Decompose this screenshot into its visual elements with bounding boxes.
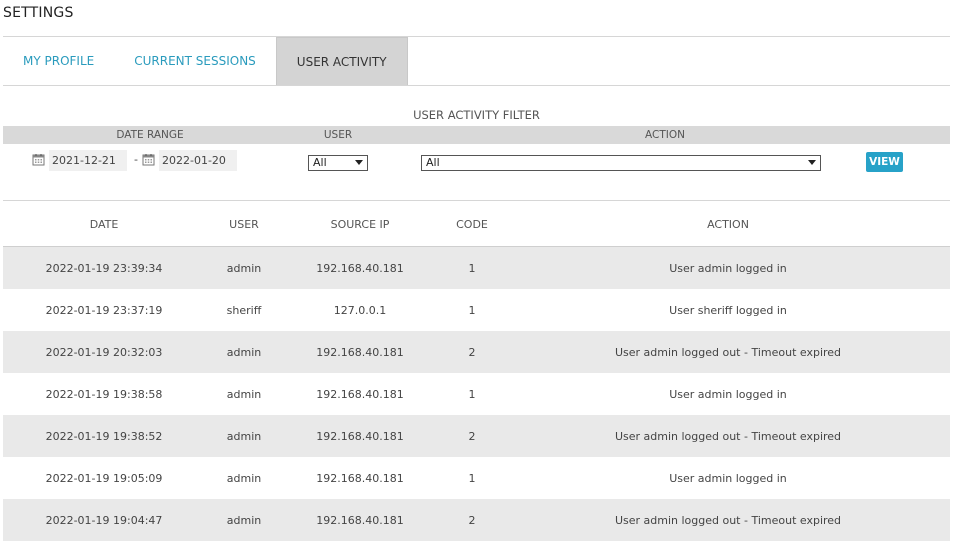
calendar-icon[interactable] xyxy=(142,153,155,166)
table-row: 2022-01-19 19:38:52 admin 192.168.40.181 2 U… xyxy=(3,415,950,457)
cell-date: 2022-01-19 20:32:03 xyxy=(45,346,163,359)
cell-source-ip: 192.168.40.181 xyxy=(316,346,404,359)
cell-code: 1 xyxy=(468,304,476,317)
action-select-value: All xyxy=(426,156,440,169)
date-separator: - xyxy=(134,153,138,166)
table-row: 2022-01-19 23:39:34 admin 192.168.40.181 1 U… xyxy=(3,247,950,289)
cell-source-ip: 127.0.0.1 xyxy=(333,304,387,317)
cell-action: User sheriff logged in xyxy=(669,304,787,317)
activity-table: DATE USER SOURCE IP CODE ACTION 2022-01-… xyxy=(3,201,950,541)
cell-user: admin xyxy=(226,430,262,443)
cell-source-ip: 192.168.40.181 xyxy=(316,388,404,401)
date-to-input[interactable] xyxy=(159,150,237,171)
table-row: 2022-01-19 19:04:47 admin 192.168.40.181 2 U… xyxy=(3,499,950,541)
filter-header-user: USER xyxy=(323,129,353,141)
chevron-down-icon xyxy=(808,160,816,165)
cell-action: User admin logged out - Timeout expired xyxy=(614,514,842,527)
table-row: 2022-01-19 20:32:03 admin 192.168.40.181 2 U… xyxy=(3,331,950,373)
cell-action: User admin logged in xyxy=(669,262,787,275)
table-row: 2022-01-19 19:05:09 admin 192.168.40.181 1 U… xyxy=(3,457,950,499)
cell-action: User admin logged out - Timeout expired xyxy=(614,430,842,443)
cell-date: 2022-01-19 19:05:09 xyxy=(45,472,163,485)
user-select[interactable]: All xyxy=(308,155,368,171)
table-body: 2022-01-19 23:39:34 admin 192.168.40.181 1 U… xyxy=(3,247,950,541)
cell-date: 2022-01-19 19:38:52 xyxy=(45,430,163,443)
chevron-down-icon xyxy=(355,160,363,165)
cell-date: 2022-01-19 19:38:58 xyxy=(45,388,163,401)
filter-title: USER ACTIVITY FILTER xyxy=(413,108,540,122)
view-button[interactable]: VIEW xyxy=(866,152,903,172)
date-from-input[interactable] xyxy=(49,150,127,171)
cell-code: 1 xyxy=(468,262,476,275)
tab-user-activity[interactable]: USER ACTIVITY xyxy=(275,37,408,85)
table-row: 2022-01-19 19:38:58 admin 192.168.40.181 1 U… xyxy=(3,373,950,415)
column-header-user[interactable]: USER xyxy=(229,218,259,231)
filter-header-date-range: DATE RANGE xyxy=(116,129,184,141)
cell-action: User admin logged in xyxy=(669,388,787,401)
tab-current-sessions[interactable]: CURRENT SESSIONS xyxy=(114,37,276,85)
user-select-value: All xyxy=(313,156,327,169)
cell-action: User admin logged in xyxy=(669,472,787,485)
column-header-date[interactable]: DATE xyxy=(90,218,119,231)
settings-tabs: MY PROFILE CURRENT SESSIONS USER ACTIVIT… xyxy=(3,37,408,85)
column-header-source-ip[interactable]: SOURCE IP xyxy=(331,218,390,231)
filter-header-action: ACTION xyxy=(645,129,685,141)
cell-source-ip: 192.168.40.181 xyxy=(316,472,404,485)
cell-date: 2022-01-19 23:37:19 xyxy=(45,304,163,317)
cell-source-ip: 192.168.40.181 xyxy=(316,262,404,275)
column-header-code[interactable]: CODE xyxy=(456,218,488,231)
tabs-divider xyxy=(3,85,950,86)
cell-source-ip: 192.168.40.181 xyxy=(316,514,404,527)
cell-user: sheriff xyxy=(226,304,262,317)
cell-code: 1 xyxy=(468,388,476,401)
cell-user: admin xyxy=(226,388,262,401)
cell-code: 2 xyxy=(468,430,476,443)
cell-code: 2 xyxy=(468,346,476,359)
action-select[interactable]: All xyxy=(421,155,821,171)
column-header-action[interactable]: ACTION xyxy=(707,218,749,231)
filter-header: DATE RANGE USER ACTION xyxy=(3,126,950,144)
cell-code: 1 xyxy=(468,472,476,485)
cell-source-ip: 192.168.40.181 xyxy=(316,430,404,443)
cell-user: admin xyxy=(226,472,262,485)
calendar-icon[interactable] xyxy=(32,153,45,166)
tab-my-profile[interactable]: MY PROFILE xyxy=(3,37,114,85)
page-title: SETTINGS xyxy=(3,5,74,21)
table-row: 2022-01-19 23:37:19 sheriff 127.0.0.1 1 User… xyxy=(3,289,950,331)
cell-user: admin xyxy=(226,346,262,359)
cell-user: admin xyxy=(226,262,262,275)
cell-code: 2 xyxy=(468,514,476,527)
cell-user: admin xyxy=(226,514,262,527)
cell-action: User admin logged out - Timeout expired xyxy=(614,346,842,359)
table-header: DATE USER SOURCE IP CODE ACTION xyxy=(3,201,950,247)
cell-date: 2022-01-19 19:04:47 xyxy=(45,514,163,527)
cell-date: 2022-01-19 23:39:34 xyxy=(45,262,163,275)
